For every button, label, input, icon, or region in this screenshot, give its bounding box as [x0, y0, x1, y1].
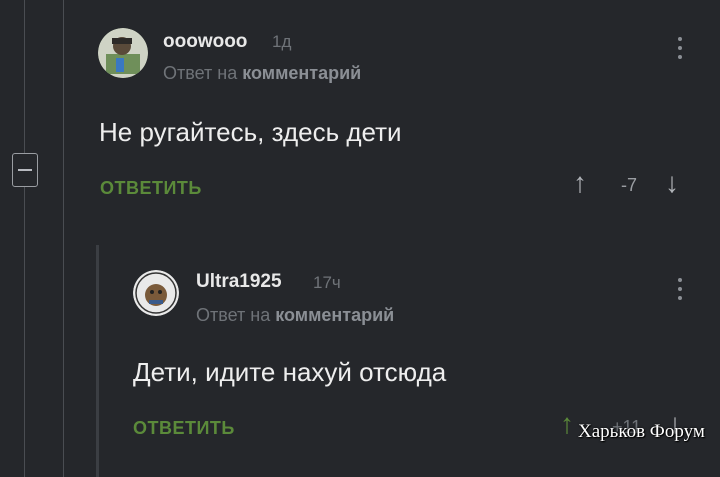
more-menu-icon[interactable]: [677, 37, 683, 64]
reply-indent-line: [96, 245, 99, 477]
comment-time: 1д: [272, 32, 292, 51]
downvote-arrow-icon[interactable]: ↓: [665, 169, 679, 197]
reply-button[interactable]: ОТВЕТИТЬ: [100, 178, 202, 199]
username[interactable]: Ultra1925: [196, 271, 282, 293]
comment-text: Дети, идите нахуй отсюда: [133, 357, 447, 387]
upvote-arrow-icon[interactable]: ↑: [560, 410, 574, 438]
comment-score: -7: [621, 175, 638, 195]
reply-to-link[interactable]: Ответ на комментарий: [196, 305, 394, 326]
upvote-arrow-icon[interactable]: ↑: [573, 169, 587, 197]
comment-text: Не ругайтесь, здесь дети: [99, 117, 402, 147]
collapse-thread-button[interactable]: [12, 153, 38, 187]
reply-button[interactable]: ОТВЕТИТЬ: [133, 418, 235, 439]
watermark: Харьков Форум: [578, 421, 705, 442]
avatar[interactable]: [98, 28, 148, 78]
more-menu-icon[interactable]: [677, 278, 683, 305]
reply-to-link[interactable]: Ответ на комментарий: [163, 63, 361, 84]
thread-line: [24, 0, 25, 477]
avatar[interactable]: [133, 270, 179, 316]
thread-line: [63, 0, 64, 477]
comment-time: 17ч: [313, 273, 341, 292]
username[interactable]: ooowooo: [163, 31, 247, 53]
